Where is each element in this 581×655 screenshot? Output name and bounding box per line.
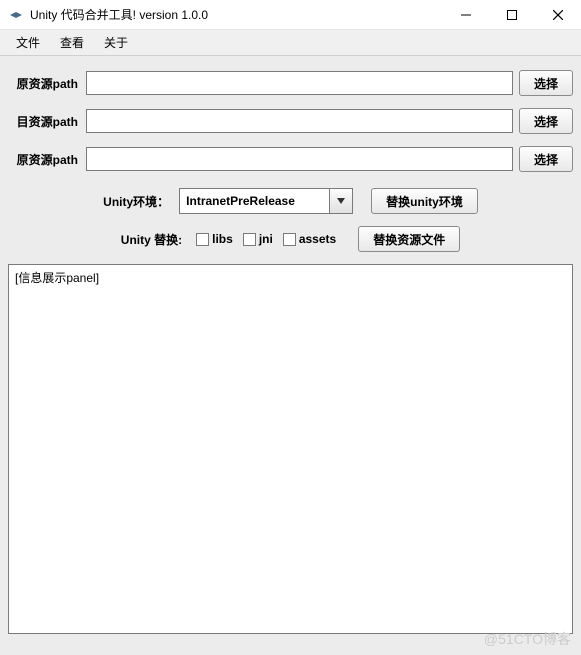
dropdown-icon[interactable] [329,188,353,214]
window-controls [443,0,581,29]
src-path-input[interactable] [86,71,513,95]
checkbox-libs[interactable]: libs [196,232,233,246]
content-area: 原资源path 选择 目资源path 选择 原资源path 选择 Unity环境… [0,56,581,655]
info-panel[interactable]: [信息展示panel] [8,264,573,634]
info-panel-text: [信息展示panel] [15,271,99,285]
menu-about[interactable]: 关于 [94,31,138,54]
close-button[interactable] [535,0,581,30]
dst-path-label: 目资源path [8,113,80,130]
src2-path-choose-button[interactable]: 选择 [519,146,573,172]
replace-row: Unity 替换: libs jni assets 替换资源文件 [8,226,573,252]
env-label: Unity环境： [103,193,169,210]
menubar: 文件 查看 关于 [0,30,581,56]
checkbox-icon [243,233,256,246]
checkbox-icon [196,233,209,246]
dst-path-choose-button[interactable]: 选择 [519,108,573,134]
replace-label: Unity 替换: [121,231,182,248]
checkbox-libs-label: libs [212,232,233,246]
checkbox-jni[interactable]: jni [243,232,273,246]
replace-env-button[interactable]: 替换unity环境 [371,188,478,214]
dst-path-row: 目资源path 选择 [8,108,573,134]
dst-path-input[interactable] [86,109,513,133]
replace-assets-button[interactable]: 替换资源文件 [358,226,460,252]
src-path-row: 原资源path 选择 [8,70,573,96]
src-path-choose-button[interactable]: 选择 [519,70,573,96]
src2-path-label: 原资源path [8,151,80,168]
env-row: Unity环境： IntranetPreRelease 替换unity环境 [8,188,573,214]
src-path-label: 原资源path [8,75,80,92]
src2-path-row: 原资源path 选择 [8,146,573,172]
menu-view[interactable]: 查看 [50,31,94,54]
maximize-button[interactable] [489,0,535,30]
window-title: Unity 代码合并工具! version 1.0.0 [30,6,443,23]
menu-file[interactable]: 文件 [6,31,50,54]
checkbox-jni-label: jni [259,232,273,246]
minimize-button[interactable] [443,0,489,30]
checkbox-icon [283,233,296,246]
checkbox-assets-label: assets [299,232,336,246]
titlebar: Unity 代码合并工具! version 1.0.0 [0,0,581,30]
env-select[interactable]: IntranetPreRelease [179,188,353,214]
checkbox-assets[interactable]: assets [283,232,336,246]
app-icon [8,7,24,23]
env-select-value: IntranetPreRelease [179,188,329,214]
src2-path-input[interactable] [86,147,513,171]
